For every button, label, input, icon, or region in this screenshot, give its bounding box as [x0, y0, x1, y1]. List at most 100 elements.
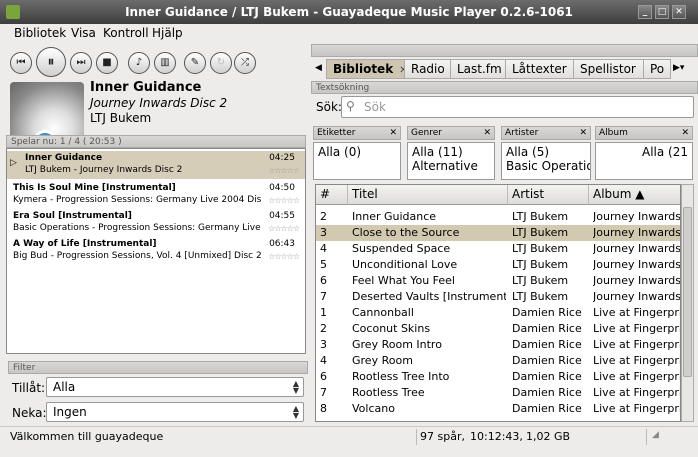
repeat-icon[interactable]: ↻ — [210, 52, 232, 74]
deny-select[interactable]: Ingen ▲ ▼ — [46, 402, 304, 422]
cell-title: Coconut Skins — [352, 322, 431, 335]
status-duration: 10:12:43, — [470, 430, 523, 443]
cell-artist: Damien Rice — [512, 402, 582, 415]
table-row[interactable]: 8 Volcano Damien Rice Live at Fingerpri — [316, 401, 680, 417]
equalizer-icon[interactable]: ▥ — [154, 52, 176, 74]
table-row[interactable]: 6 Rootless Tree Into Damien Rice Live at Fi… — [316, 369, 680, 385]
close-icon[interactable]: ✕ — [483, 127, 491, 139]
playlist: Inner Guidance LTJ Bukem - Journey Inwar… — [6, 148, 306, 354]
tab-scroll-right-icon[interactable]: ▶▾ — [673, 63, 684, 73]
labels-header-text: Etiketter — [317, 128, 356, 138]
cell-artist: Damien Rice — [512, 370, 582, 383]
close-icon[interactable]: ✕ — [389, 127, 397, 139]
status-count: 97 spår, — [420, 430, 465, 443]
tab-label: Last.fm — [457, 62, 502, 76]
labels-list[interactable]: Alla (0) — [313, 142, 401, 180]
table-row[interactable]: 5 Unconditional Love LTJ Bukem Journey Inwa… — [316, 257, 681, 273]
table-row[interactable]: 7 Rootless Tree Damien Rice Live at Fingerp… — [316, 385, 681, 401]
spin-icon: ▲ ▼ — [292, 404, 300, 420]
cell-number: 4 — [320, 354, 327, 367]
rating-stars-icon[interactable]: ☆☆☆☆☆ — [268, 196, 300, 205]
list-item[interactable]: Alla (11) — [412, 145, 490, 159]
list-item[interactable]: Alla (5) — [506, 145, 586, 159]
cell-title: Grey Room — [352, 354, 413, 367]
labels-header: Etiketter ✕ — [313, 126, 401, 140]
list-item[interactable]: Alternative — [412, 159, 490, 173]
cell-artist: Damien Rice — [512, 338, 582, 351]
column-artist[interactable]: Artist — [508, 185, 589, 205]
close-icon[interactable]: ✕ — [681, 127, 689, 139]
close-icon[interactable]: ✕ — [579, 127, 587, 139]
playlist-item[interactable]: Era Soul [Instrumental] Basic Operations… — [7, 209, 305, 237]
list-item[interactable]: Basic Operatio — [506, 159, 590, 173]
rating-stars-icon[interactable]: ☆☆☆☆☆ — [268, 252, 300, 261]
genres-list[interactable]: Alla (11) Alternative — [407, 142, 495, 180]
allow-value: Alla — [53, 380, 76, 394]
playlist-item[interactable]: Inner Guidance LTJ Bukem - Journey Inwar… — [7, 151, 305, 179]
menu-visa[interactable]: Visa — [71, 26, 96, 40]
track-duration: 04:50 — [269, 183, 295, 193]
cell-number: 1 — [320, 306, 327, 319]
filter-header: Filter — [8, 361, 308, 374]
cell-artist: Damien Rice — [512, 354, 582, 367]
tab-label: Po — [650, 62, 665, 76]
cell-title: Rootless Tree — [352, 386, 425, 399]
menu-hjalp[interactable]: Hjälp — [152, 26, 183, 40]
artists-filter: Artister ✕ Alla (5) Basic Operatio — [501, 126, 591, 180]
artists-list[interactable]: Alla (5) Basic Operatio — [501, 142, 591, 180]
tab-scroll-left-icon[interactable]: ◀ — [315, 63, 322, 73]
column-title[interactable]: Titel — [348, 185, 508, 205]
close-button[interactable]: ✕ — [672, 5, 686, 19]
vertical-scrollbar[interactable] — [681, 184, 694, 422]
scrollbar-thumb[interactable] — [683, 207, 692, 377]
artists-header-text: Artister — [505, 128, 539, 138]
cell-artist: Damien Rice — [512, 386, 582, 399]
table-row[interactable]: 3 Close to the Source LTJ Bukem Journey Inw… — [316, 225, 680, 241]
table-row[interactable]: 2 Inner Guidance LTJ Bukem Journey Inwards — [316, 209, 680, 225]
rating-stars-icon[interactable]: ☆☆☆☆☆ — [268, 224, 300, 233]
cell-album: Live at Fingerpri — [593, 354, 681, 367]
pause-icon[interactable]: ⏸ — [36, 47, 66, 77]
menu-kontroll[interactable]: Kontroll — [103, 26, 149, 40]
tab-bibliotek[interactable]: Bibliotek✕ — [326, 59, 415, 79]
playlist-item[interactable]: This Is Soul Mine [Instrumental] Kymera … — [7, 181, 305, 209]
resize-grip-icon[interactable]: ◢ — [652, 430, 659, 440]
table-row[interactable]: 4 Suspended Space LTJ Bukem Journey Inwards — [316, 241, 680, 257]
cell-artist: Damien Rice — [512, 306, 582, 319]
list-item[interactable]: Alla (21 — [600, 145, 688, 159]
minimize-button[interactable]: _ — [638, 5, 652, 19]
table-row[interactable]: 7 Deserted Vaults [Instrumental] LTJ Bukem… — [316, 289, 680, 305]
next-icon[interactable]: ⏭ — [70, 52, 92, 74]
tab-po[interactable]: Po — [643, 59, 671, 79]
search-label: Sök: — [316, 100, 342, 114]
table-row[interactable]: 2 Coconut Skins Damien Rice Live at Fingerp… — [316, 321, 680, 337]
maximize-button[interactable]: □ — [655, 5, 669, 19]
list-item[interactable]: Alla (0) — [318, 145, 396, 159]
rating-stars-icon[interactable]: ☆☆☆☆☆ — [268, 166, 300, 175]
cell-album: Live at Fingerpri — [593, 386, 681, 399]
shuffle-icon[interactable]: ⤮ — [234, 52, 256, 74]
column-number[interactable]: # — [316, 185, 348, 205]
table-row[interactable]: 3 Grey Room Intro Damien Rice Live at Finge… — [316, 337, 680, 353]
cell-album: Journey Inwards — [593, 258, 681, 271]
search-input[interactable]: ⚲ Sök — [341, 96, 694, 118]
track-subtitle: Big Bud - Progression Sessions, Vol. 4 [… — [13, 251, 261, 261]
cell-number: 6 — [320, 274, 327, 287]
playlist-item[interactable]: A Way of Life [Instrumental] Big Bud - P… — [7, 237, 305, 265]
column-album[interactable]: Album ▲ — [589, 185, 680, 205]
stop-icon[interactable]: ■ — [96, 52, 118, 74]
menu-bibliotek[interactable]: Bibliotek — [14, 26, 66, 40]
smart-play-icon[interactable]: ♪ — [128, 52, 150, 74]
albums-list[interactable]: Alla (21 — [595, 142, 693, 180]
search-icon: ⚲ — [346, 99, 355, 113]
table-row[interactable]: 6 Feel What You Feel LTJ Bukem Journey Inwa… — [316, 273, 681, 289]
cell-number: 6 — [320, 370, 327, 383]
table-row[interactable]: 1 Cannonball Damien Rice Live at Fingerpri — [316, 305, 680, 321]
random-icon[interactable]: ✎ — [184, 52, 206, 74]
menu-bar: Bibliotek Visa Kontroll Hjälp — [0, 24, 698, 44]
track-duration: 04:25 — [269, 153, 295, 163]
table-row[interactable]: 4 Grey Room Damien Rice Live at Fingerpri — [316, 353, 681, 369]
previous-icon[interactable]: ⏮ — [10, 52, 32, 74]
cell-album: Journey Inwards — [593, 274, 681, 287]
allow-select[interactable]: Alla ▲ ▼ — [46, 377, 304, 397]
